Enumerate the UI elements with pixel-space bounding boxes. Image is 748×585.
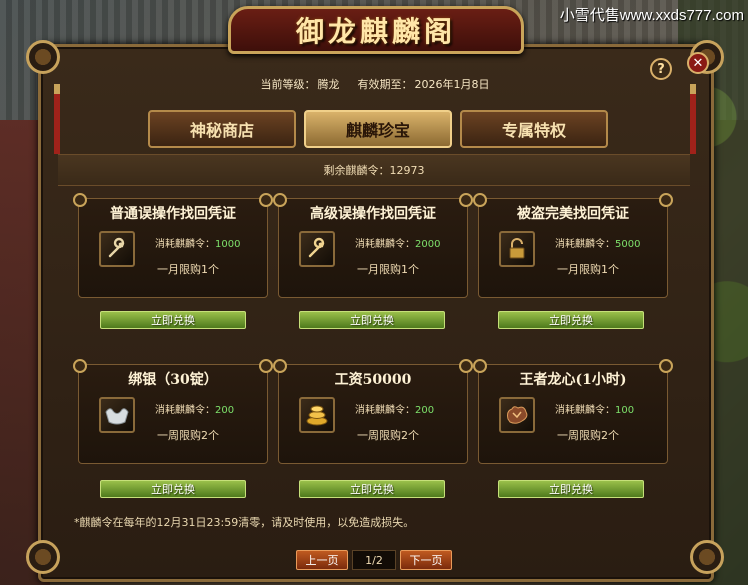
item-title: 被盗完美找回凭证 [517,206,629,222]
redeem-button[interactable]: 立即兑换 [299,311,445,329]
help-button[interactable]: ? [650,58,672,80]
tassel-icon [54,84,60,154]
question-mark-icon: ? [657,61,665,77]
item-card: 被盗完美找回凭证 消耗麒麟令：5000 一月限购1个 [473,193,673,298]
level-info: 当前等级： 腾龙 [261,76,340,92]
title-banner: 御龙麒麟阁 [228,6,524,54]
item-title: 普通误操作找回凭证 [110,206,236,222]
remaining-value: 12973 [389,163,425,177]
close-button[interactable]: ✕ [687,52,709,74]
expiry-info: 有效期至： 2026年1月8日 [358,76,490,92]
close-icon: ✕ [692,55,704,71]
redeem-button[interactable]: 立即兑换 [498,311,644,329]
expiry-label: 有效期至： [357,78,413,91]
ornament-corner-icon [26,40,60,74]
gold-coins-icon[interactable] [299,397,335,433]
wrench-icon[interactable] [99,231,135,267]
cost-value: 100 [615,405,635,416]
tassel-icon [690,84,696,154]
prev-page-button[interactable]: 上一页 [296,550,348,570]
item-title: 高级误操作找回凭证 [310,206,436,222]
item-title: 王者龙心(1小时) [519,372,627,388]
purchase-limit: 一周限购2个 [357,429,419,442]
expiry-value: 2026年1月8日 [414,78,490,91]
silver-ingot-icon[interactable] [99,397,135,433]
cost-value: 200 [415,405,435,416]
cost-label: 消耗麒麟令： [155,405,215,416]
watermark: 小雪代售www.xxds777.com [559,7,744,24]
redeem-button[interactable]: 立即兑换 [299,480,445,498]
info-bar: 当前等级： 腾龙 有效期至： 2026年1月8日 [180,72,570,96]
purchase-limit: 一周限购2个 [157,429,219,442]
cost-line: 消耗麒麟令：1000 [155,235,240,250]
wrench-icon[interactable] [299,231,335,267]
cost-label: 消耗麒麟令： [555,239,615,250]
redeem-button[interactable]: 立即兑换 [100,480,246,498]
cost-label: 消耗麒麟令： [555,405,615,416]
pagination: 上一页 1/2 下一页 [296,550,452,570]
item-card: 高级误操作找回凭证 消耗麒麟令：2000 一月限购1个 [273,193,473,298]
cost-line: 消耗麒麟令：5000 [555,235,640,250]
purchase-limit: 一月限购1个 [157,263,219,276]
remaining-tokens-bar: 剩余麒麟令： 12973 [58,154,690,186]
purchase-limit: 一周限购2个 [557,429,619,442]
reset-notice: *麒麟令在每年的12月31日23:59清零，请及时使用，以免造成损失。 [74,516,415,529]
purchase-limit: 一月限购1个 [357,263,419,276]
redeem-button[interactable]: 立即兑换 [100,311,246,329]
item-card: 普通误操作找回凭证 消耗麒麟令：1000 一月限购1个 [73,193,273,298]
ornament-corner-icon [690,540,724,574]
cost-label: 消耗麒麟令： [155,239,215,250]
cost-line: 消耗麒麟令：100 [555,401,634,416]
level-label: 当前等级： [260,78,316,91]
dragon-heart-icon[interactable] [499,397,535,433]
item-title: 绑银（30锭） [128,372,218,388]
tab-qilin-treasures[interactable]: 麒麟珍宝 [304,110,452,148]
cost-value: 1000 [215,239,241,250]
tab-exclusive-privileges[interactable]: 专属特权 [460,110,608,148]
tab-mystery-shop[interactable]: 神秘商店 [148,110,296,148]
next-page-button[interactable]: 下一页 [400,550,452,570]
page-indicator: 1/2 [352,550,396,570]
remaining-label: 剩余麒麟令： [323,164,390,177]
item-card: 王者龙心(1小时) 消耗麒麟令：100 一周限购2个 [473,359,673,464]
item-card: 绑银（30锭） 消耗麒麟令：200 一周限购2个 [73,359,273,464]
tab-bar: 神秘商店 麒麟珍宝 专属特权 [148,110,608,148]
item-title: 工资50000 [334,372,412,388]
cost-value: 5000 [615,239,641,250]
cost-line: 消耗麒麟令：2000 [355,235,440,250]
cost-label: 消耗麒麟令： [355,405,415,416]
level-value: 腾龙 [317,78,340,91]
cost-line: 消耗麒麟令：200 [155,401,234,416]
cost-label: 消耗麒麟令： [355,239,415,250]
cost-line: 消耗麒麟令：200 [355,401,434,416]
window-title: 御龙麒麟阁 [295,15,456,48]
item-card: 工资50000 消耗麒麟令：200 一周限购2个 [273,359,473,464]
redeem-button[interactable]: 立即兑换 [498,480,644,498]
lock-icon[interactable] [499,231,535,267]
purchase-limit: 一月限购1个 [557,263,619,276]
ornament-corner-icon [26,540,60,574]
cost-value: 2000 [415,239,441,250]
cost-value: 200 [215,405,235,416]
